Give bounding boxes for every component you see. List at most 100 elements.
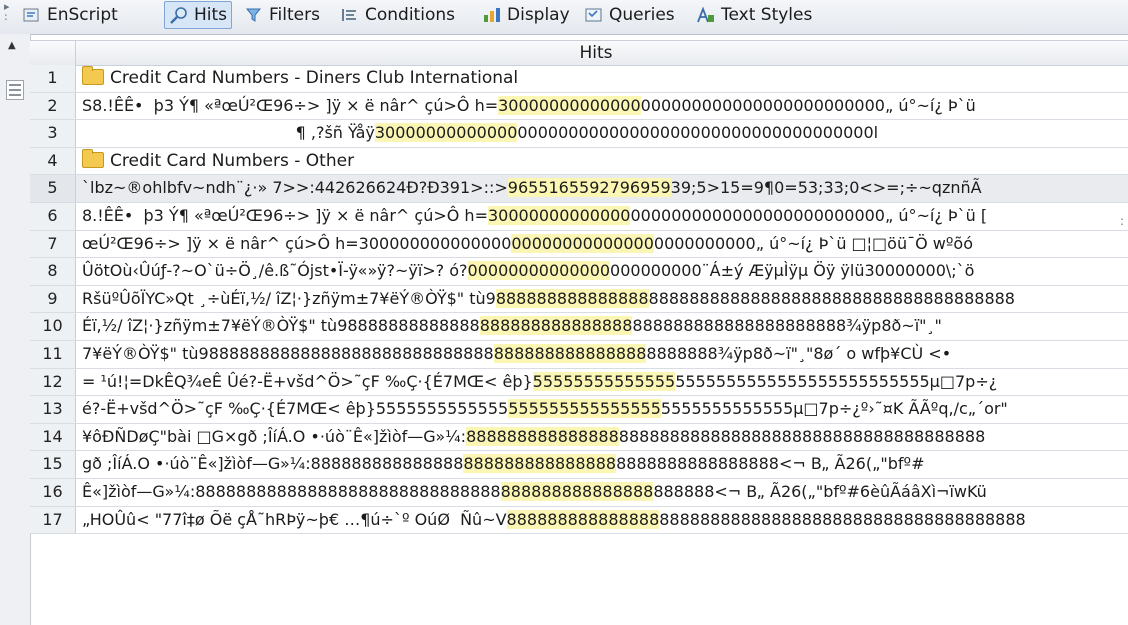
lines-view-icon[interactable] — [6, 80, 24, 100]
hit-match: 888888888888888 — [506, 509, 660, 529]
row-number: 13 — [30, 396, 76, 423]
hit-match: 30000000000000 — [374, 123, 518, 143]
hit-cell[interactable]: Ê«]žìòf—G»¼:8888888888888888888888888888… — [82, 479, 1128, 506]
hit-context-before: RšüºÛõÏYC»Qt ¸÷ùÉï,½/ îZ¦·}zñÿm±7¥ëÝ®ÒŸ$… — [82, 288, 496, 308]
table-row[interactable]: 9 RšüºÛõÏYC»Qt ¸÷ùÉï,½/ îZ¦·}zñÿm±7¥ëÝ®ÒŸ… — [30, 285, 1128, 314]
hits-grid: Hits 1 Credit Card Numbers - Diners Club … — [30, 34, 1128, 625]
table-row[interactable]: 16 Ê«]žìòf—G»¼:88888888888888888888888888… — [30, 478, 1128, 507]
row-number: 6 — [30, 202, 76, 230]
hit-context-after: 000000000¨Á±ý ÆÿµÌÿµ Öÿ ÿlü30000000\;`ö — [610, 261, 975, 281]
tab-hits[interactable]: Hits — [164, 1, 233, 29]
hit-match: 55555555555555 — [532, 371, 676, 391]
hit-context-before: é?-Ë+všd^Ö>˜çF ‰Ç·{É7MŒ< êþ}555555555555… — [82, 399, 509, 419]
hit-context-before: 7¥ëÝ®ÒŸ$" tù9888888888888888888888888888… — [82, 343, 494, 363]
row-number: 7 — [30, 230, 76, 258]
hit-cell[interactable]: ¥ôÐÑDøÇ"bài □G×gð ;ÎíÁ.O •·úò¨Ê«]žìòf—G»… — [82, 424, 1128, 451]
hit-cell[interactable]: Éï,½/ îZ¦·}zñÿm±7¥ëÝ®ÒŸ$" tù988888888888… — [82, 313, 1128, 340]
hit-cell[interactable]: Credit Card Numbers - Other — [82, 148, 1128, 175]
tab-filters[interactable]: Filters — [244, 0, 320, 30]
hit-context-after: 888888888888888888888¾ÿp8ð~ï"¸" — [632, 316, 942, 336]
table-row[interactable]: 7 œÚ²Œ96÷> ]ÿ × ë nâr^ çú>Ô h=30000000000… — [30, 230, 1128, 259]
hit-cell[interactable]: Credit Card Numbers - Diners Club Intern… — [82, 65, 1128, 92]
tab-enscript-label: EnScript — [47, 5, 118, 25]
table-row[interactable]: 8 ÛötOù‹Ûúƒ-?~O`ü÷Ö¸/ê.ß˜Ójst•Ï-ÿ«»ÿ?~ÿï>… — [30, 258, 1128, 286]
collapse-up-icon[interactable]: ▲ — [8, 40, 16, 51]
hit-context-before: Credit Card Numbers - Other — [110, 150, 355, 171]
hit-cell[interactable]: „HOÛû< "77î‡ø Õë çÅ˜hRÞÿ~þ€ …¶ú÷`º OúØ Ñ… — [82, 507, 1128, 534]
row-number: 11 — [30, 340, 76, 368]
filter-icon — [244, 6, 264, 24]
folder-icon — [82, 66, 104, 85]
hit-cell[interactable]: RšüºÛõÏYC»Qt ¸÷ùÉï,½/ îZ¦·}zñÿm±7¥ëÝ®ÒŸ$… — [82, 286, 1128, 313]
hit-match: 888888888888888 — [479, 316, 633, 336]
hit-match: 00000000000000 — [467, 261, 611, 281]
hit-cell[interactable]: é?-Ë+všd^Ö>˜çF ‰Ç·{É7MŒ< êþ}555555555555… — [82, 396, 1128, 423]
grid-header: Hits — [30, 40, 1128, 66]
hit-match: 9655165592796959 — [507, 178, 671, 198]
hit-cell[interactable]: œÚ²Œ96÷> ]ÿ × ë nâr^ çú>Ô h=300000000000… — [82, 231, 1128, 258]
hit-cell[interactable]: ¶ ,?šñ Ÿåÿ300000000000000000000000000000… — [82, 120, 1128, 147]
hit-context-after: 000000000000000000000000„ ú°~í¿ Þ`ü — [640, 95, 976, 115]
hit-context-before: gð ;ÎíÁ.O •·úò¨Ê«]žìòf—G»¼:8888888888888… — [82, 454, 464, 474]
tab-enscript[interactable]: EnScript — [22, 0, 118, 30]
row-number: 12 — [30, 368, 76, 396]
hit-context-after: 39;5>15=9¶0=53;33;0<>=;÷~qznñÃ — [670, 178, 982, 198]
hit-match: 888888888888888 — [493, 343, 647, 363]
hit-context-after: 0000000000000000000000000„ ú°~í¿ Þ`ü [ — [630, 205, 988, 225]
hit-context-after: 00000000000000000000000000000000000l — [517, 123, 879, 143]
table-row[interactable]: 6 8.!ÊÊ• þ3 Ý¶ «ªœÚ²Œ96÷> ]ÿ × ë nâr^ çú>… — [30, 202, 1128, 231]
grid-rows: 1 Credit Card Numbers - Diners Club Inter… — [30, 65, 1128, 535]
hit-cell[interactable]: gð ;ÎíÁ.O •·úò¨Ê«]žìòf—G»¼:8888888888888… — [82, 451, 1128, 478]
folder-icon — [82, 148, 104, 168]
hit-context-after: 5555555555555µ□7p÷¿º›˜¤K ÃÃºq,/c„´or" — [660, 399, 1008, 419]
hit-context-after: 888888888888888888888888888888888888 — [648, 288, 1015, 308]
header-corner[interactable] — [30, 41, 76, 65]
table-row[interactable]: 14 ¥ôÐÑDøÇ"bài □G×gð ;ÎíÁ.O •·úò¨Ê«]žìòf—… — [30, 423, 1128, 452]
hit-context-before: = ¹ú!¦=DkÊQ¾eÊ Ûé?-Ë+všd^Ö>˜çF ‰Ç·{É7MŒ<… — [82, 371, 533, 391]
tab-text-styles[interactable]: Text Styles — [696, 0, 812, 30]
table-row[interactable]: 12 = ¹ú!¦=DkÊQ¾eÊ Ûé?-Ë+všd^Ö>˜çF ‰Ç·{É7M… — [30, 368, 1128, 397]
hit-cell[interactable]: = ¹ú!¦=DkÊQ¾eÊ Ûé?-Ë+všd^Ö>˜çF ‰Ç·{É7MŒ<… — [82, 369, 1128, 396]
display-icon — [482, 6, 502, 24]
table-row[interactable]: 5 `lbz~®ohlbfv~ndh¨¿·» 7>>:442626624Ð?Ð39… — [30, 175, 1128, 203]
row-number: 2 — [30, 92, 76, 120]
hit-context-after: 5555555555555555555555555µ□7p÷¿ — [675, 371, 998, 391]
tab-display[interactable]: Display — [482, 0, 570, 30]
hit-context-before: ¥ôÐÑDøÇ"bài □G×gð ;ÎíÁ.O •·úò¨Ê«]žìòf—G»… — [82, 426, 467, 446]
table-row[interactable]: 17 „HOÛû< "77î‡ø Õë çÅ˜hRÞÿ~þ€ …¶ú÷`º OúØ… — [30, 506, 1128, 535]
table-row[interactable]: 15 gð ;ÎíÁ.O •·úò¨Ê«]žìòf—G»¼:88888888888… — [30, 451, 1128, 479]
row-number: 17 — [30, 506, 76, 534]
row-number: 5 — [30, 175, 76, 202]
hit-cell[interactable]: 7¥ëÝ®ÒŸ$" tù9888888888888888888888888888… — [82, 341, 1128, 368]
table-row[interactable]: 13 é?-Ë+všd^Ö>˜çF ‰Ç·{É7MŒ< êþ}5555555555… — [30, 396, 1128, 424]
table-row[interactable]: 11 7¥ëÝ®ÒŸ$" tù98888888888888888888888888… — [30, 340, 1128, 369]
folder-row[interactable]: 4 Credit Card Numbers - Other — [30, 147, 1128, 176]
tab-queries[interactable]: Queries — [584, 0, 675, 30]
toolbar-grip[interactable]: ▸: — [4, 1, 12, 30]
column-header-hits[interactable]: Hits — [75, 41, 1117, 65]
magnifier-icon — [169, 6, 189, 24]
hit-cell[interactable]: ÛötOù‹Ûúƒ-?~O`ü÷Ö¸/ê.ß˜Ójst•Ï-ÿ«»ÿ?~ÿï>?… — [82, 258, 1128, 285]
hit-match: 555555555555555 — [508, 399, 661, 419]
hit-context-before: S8.!ÊÊ• þ3 Ý¶ «ªœÚ²Œ96÷> ]ÿ × ë nâr^ çú>… — [82, 95, 499, 115]
hit-cell[interactable]: S8.!ÊÊ• þ3 Ý¶ «ªœÚ²Œ96÷> ]ÿ × ë nâr^ çú>… — [82, 93, 1128, 120]
table-row[interactable]: 10 Éï,½/ îZ¦·}zñÿm±7¥ëÝ®ÒŸ$" tù9888888888… — [30, 313, 1128, 341]
hit-cell[interactable]: 8.!ÊÊ• þ3 Ý¶ «ªœÚ²Œ96÷> ]ÿ × ë nâr^ çú>Ô… — [82, 203, 1128, 230]
toolbar: ▸: EnScript Hits Filters Conditions Disp… — [0, 0, 1128, 35]
hit-context-after: 888888888888888888888888888888888888 — [659, 509, 1026, 529]
hit-match: 888888888888888 — [463, 454, 617, 474]
folder-row[interactable]: 1 Credit Card Numbers - Diners Club Inter… — [30, 65, 1128, 93]
tab-conditions[interactable]: Conditions — [340, 0, 455, 30]
row-number: 10 — [30, 313, 76, 340]
tab-display-label: Display — [507, 5, 570, 25]
hit-cell[interactable]: `lbz~®ohlbfv~ndh¨¿·» 7>>:442626624Ð?Ð391… — [82, 175, 1128, 202]
hit-match: 00000000000000 — [511, 233, 654, 253]
row-number: 3 — [30, 120, 76, 147]
table-row[interactable]: 2 S8.!ÊÊ• þ3 Ý¶ «ªœÚ²Œ96÷> ]ÿ × ë nâr^ çú… — [30, 92, 1128, 121]
hit-context-after: 0000000000„ ú°~í¿ Þ`ü □¦□öü¯Ö wºõó — [653, 233, 973, 253]
hit-context-after: 888888888888888888888888888888888888 — [618, 426, 986, 446]
hit-context-before: Credit Card Numbers - Diners Club Intern… — [110, 68, 519, 88]
hit-context-after: 8888888888888888<¬ B„ Ã26(„"bfº# — [616, 454, 925, 474]
table-row[interactable]: 3 ¶ ,?šñ Ÿåÿ3000000000000000000000000000… — [30, 120, 1128, 148]
scrollbar-grip[interactable]: : — [1120, 214, 1128, 234]
